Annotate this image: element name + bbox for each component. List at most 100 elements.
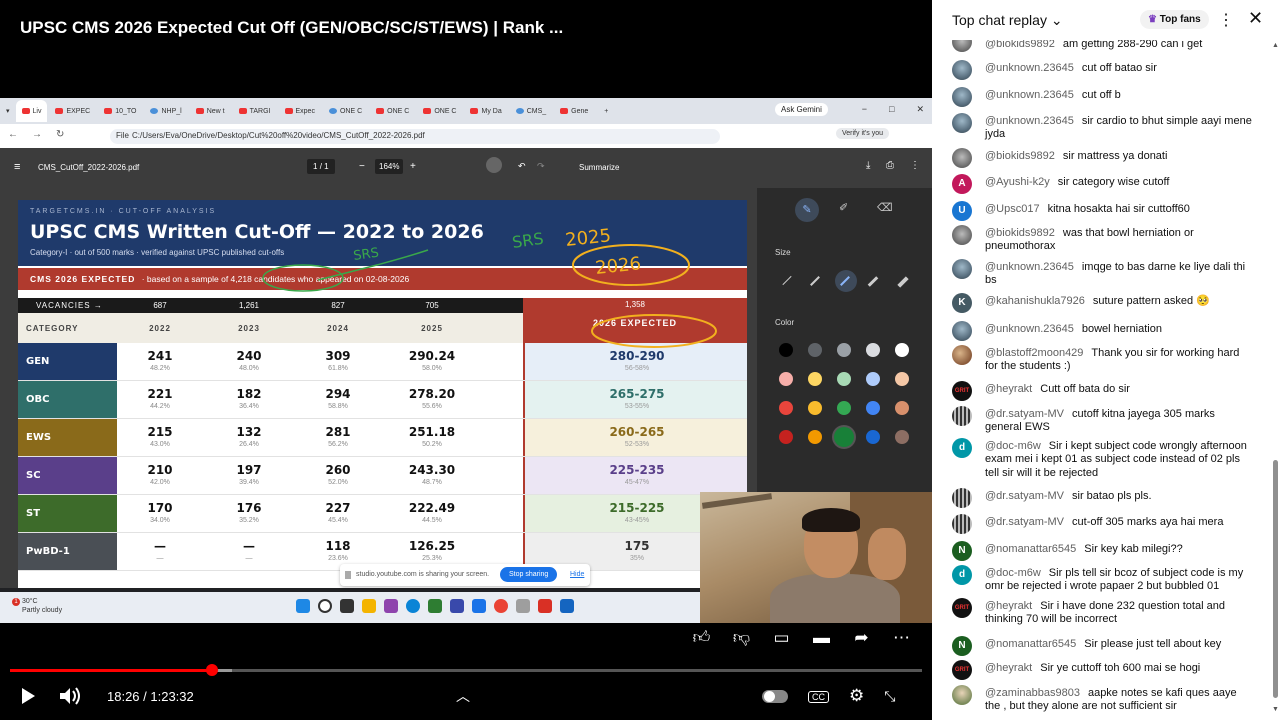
avatar[interactable] — [952, 259, 972, 279]
scrollbar-thumb[interactable] — [1273, 460, 1278, 698]
message-author[interactable]: @doc-m6w — [985, 440, 1041, 452]
search-icon[interactable] — [318, 599, 332, 613]
live-chat-icon[interactable]: ▬ — [810, 626, 833, 649]
avatar[interactable] — [952, 514, 972, 534]
avatar[interactable]: N — [952, 636, 972, 656]
weather-widget[interactable]: 1 30°C Partly cloudy — [12, 597, 62, 615]
message-author[interactable]: @unknown.23645 — [985, 261, 1074, 273]
color-swatch[interactable] — [895, 372, 909, 386]
forward-icon[interactable]: → — [32, 129, 42, 140]
chat-more-icon[interactable]: ⋮ — [1218, 10, 1234, 30]
message-author[interactable]: @unknown.23645 — [985, 115, 1074, 127]
zoom-in-icon[interactable]: + — [410, 161, 416, 172]
avatar[interactable]: GRIT — [952, 381, 972, 401]
top-fans-button[interactable]: ♛ Top fans — [1140, 10, 1209, 29]
avatar[interactable]: GRIT — [952, 660, 972, 680]
like-icon[interactable]: 👍︎ — [690, 626, 713, 649]
edge-icon[interactable] — [406, 599, 420, 613]
video-player[interactable]: UPSC CMS 2026 Expected Cut Off (GEN/OBC/… — [0, 0, 932, 720]
teams-icon[interactable] — [450, 599, 464, 613]
avatar[interactable] — [952, 488, 972, 508]
scroll-down-icon[interactable]: ▼ — [1272, 706, 1279, 713]
avatar[interactable] — [952, 225, 972, 245]
word-icon[interactable] — [560, 599, 574, 613]
pdf-app-icon[interactable] — [538, 599, 552, 613]
maximize-icon[interactable]: □ — [889, 104, 894, 115]
size-option-4[interactable] — [867, 276, 879, 287]
color-swatch[interactable] — [895, 401, 909, 415]
message-author[interactable]: @nomanattar6545 — [985, 543, 1076, 555]
avatar[interactable] — [952, 321, 972, 341]
zoom-out-icon[interactable]: − — [359, 161, 365, 172]
url-field[interactable]: File C:/Users/Eva/OneDrive/Desktop/Cut%2… — [110, 129, 720, 144]
browser-tab[interactable]: EXPEC — [49, 101, 96, 121]
start-icon[interactable] — [296, 599, 310, 613]
scroll-up-icon[interactable]: ▲ — [1272, 42, 1279, 49]
color-swatch[interactable] — [866, 430, 880, 444]
color-swatch[interactable] — [808, 401, 822, 415]
chrome-icon[interactable] — [494, 599, 508, 613]
hide-button[interactable]: Hide — [570, 571, 584, 578]
back-icon[interactable]: ← — [8, 129, 18, 140]
highlighter-icon[interactable]: ✐ — [839, 201, 848, 214]
share-icon[interactable]: ➦ — [850, 626, 873, 649]
size-option-2[interactable] — [810, 276, 820, 286]
color-swatch[interactable] — [779, 401, 793, 415]
undo-icon[interactable]: ↶ — [518, 161, 526, 172]
new-tab-button[interactable]: + — [604, 108, 608, 115]
avatar[interactable]: U — [952, 201, 972, 221]
color-swatch[interactable] — [866, 343, 880, 357]
more-icon[interactable]: ⋮ — [910, 160, 920, 171]
color-swatch[interactable] — [779, 430, 793, 444]
message-author[interactable]: @Upsc017 — [985, 203, 1040, 215]
message-author[interactable]: @dr.satyam-MV — [985, 490, 1064, 502]
message-author[interactable]: @heyrakt — [985, 383, 1032, 395]
minimize-icon[interactable]: − — [862, 104, 867, 115]
autoplay-toggle[interactable] — [762, 689, 788, 703]
color-swatch[interactable] — [779, 343, 793, 357]
color-swatch[interactable] — [837, 372, 851, 386]
color-swatch[interactable] — [837, 401, 851, 415]
fullscreen-exit-icon[interactable]: ⤡ — [884, 686, 895, 706]
tab-strip-icon[interactable]: ▾ — [6, 107, 10, 115]
pen-icon[interactable]: ✎ — [795, 198, 819, 222]
video-title[interactable]: UPSC CMS 2026 Expected Cut Off (GEN/OBC/… — [20, 18, 563, 38]
zoom-app-icon[interactable] — [472, 599, 486, 613]
eraser-icon[interactable]: ⌫ — [877, 201, 893, 214]
avatar[interactable]: A — [952, 174, 972, 194]
color-swatch[interactable] — [895, 343, 909, 357]
browser-tab[interactable]: Gene — [554, 101, 594, 121]
avatar[interactable]: d — [952, 438, 972, 458]
message-author[interactable]: @doc-m6w — [985, 567, 1041, 579]
file-explorer-icon[interactable] — [362, 599, 376, 613]
browser-tab[interactable]: Liv — [15, 100, 48, 122]
browser-tab[interactable]: TARGI — [233, 101, 277, 121]
scrubber-handle[interactable] — [205, 664, 218, 676]
task-view-icon[interactable] — [340, 599, 354, 613]
size-option-1[interactable] — [782, 275, 792, 286]
message-author[interactable]: @Ayushi-k2y — [985, 176, 1050, 188]
color-swatch[interactable] — [808, 372, 822, 386]
chevron-up-icon[interactable]: ︿ — [456, 686, 470, 706]
color-swatch[interactable] — [866, 401, 880, 415]
color-swatch[interactable] — [808, 343, 822, 357]
color-swatch[interactable] — [866, 372, 880, 386]
color-swatch[interactable] — [834, 427, 854, 447]
avatar[interactable] — [952, 113, 972, 133]
play-icon[interactable] — [18, 686, 38, 706]
chat-scrollbar[interactable]: ▲ ▼ — [1272, 40, 1280, 720]
browser-tab[interactable]: Expec — [279, 101, 321, 121]
captions-button[interactable]: CC — [808, 686, 829, 706]
avatar[interactable]: N — [952, 541, 972, 561]
browser-tab[interactable]: New t — [190, 101, 231, 121]
message-author[interactable]: @dr.satyam-MV — [985, 408, 1064, 420]
dislike-icon[interactable]: 👎︎ — [730, 626, 753, 649]
redo-icon[interactable]: ↷ — [537, 161, 545, 172]
chat-mode-dropdown[interactable]: Top chat replay ⌄ — [952, 12, 1063, 29]
color-swatch[interactable] — [808, 430, 822, 444]
reload-icon[interactable]: ↻ — [56, 129, 64, 140]
message-author[interactable]: @biokids9892 — [985, 150, 1055, 162]
progress-bar[interactable] — [10, 669, 922, 672]
message-author[interactable]: @biokids9892 — [985, 227, 1055, 239]
avatar[interactable]: GRIT — [952, 598, 972, 618]
